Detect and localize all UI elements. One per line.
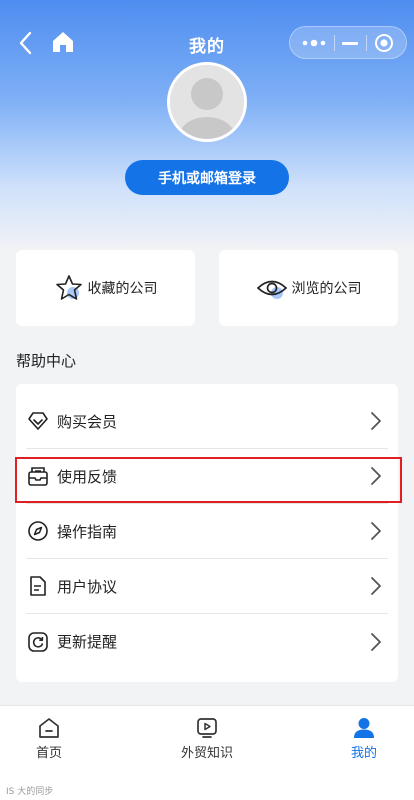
viewed-companies-card[interactable]: 浏览的公司: [219, 250, 398, 326]
menu-item-label: 更新提醒: [57, 633, 118, 651]
minus-icon[interactable]: [342, 42, 358, 45]
favorite-companies-card[interactable]: 收藏的公司: [16, 250, 195, 326]
chevron-right-icon: [371, 577, 381, 595]
capsule-divider: [334, 35, 335, 51]
viewed-companies-label: 浏览的公司: [291, 281, 362, 297]
login-button[interactable]: 手机或邮箱登录: [125, 160, 289, 195]
help-menu-card: 购买会员 使用反馈 操作指南 用户协议 更新提醒: [16, 384, 398, 682]
home-tab-icon: [39, 718, 59, 738]
document-icon: [30, 576, 46, 596]
tab-label: 我的: [350, 746, 377, 761]
mini-program-capsule: [289, 26, 407, 59]
menu-item-label: 购买会员: [57, 412, 118, 431]
tab-trade-knowledge[interactable]: 外贸知识: [176, 716, 238, 761]
user-avatar-icon: [170, 65, 244, 139]
chevron-right-icon: [371, 412, 381, 430]
tab-label: 首页: [35, 746, 62, 761]
compass-icon: [28, 521, 48, 541]
more-dots-icon[interactable]: [302, 36, 326, 50]
tab-home[interactable]: 首页: [29, 716, 69, 761]
user-avatar[interactable]: [167, 62, 247, 142]
capsule-divider: [366, 35, 367, 51]
eye-icon: [256, 280, 287, 299]
chevron-right-icon: [371, 632, 381, 651]
target-icon[interactable]: [374, 33, 394, 53]
menu-item-buy-membership[interactable]: 购买会员: [26, 394, 388, 449]
person-tab-icon: [354, 718, 374, 738]
chevron-right-icon: [371, 522, 381, 540]
help-center-title: 帮助中心: [16, 352, 77, 370]
diamond-icon: [28, 412, 48, 430]
tab-mine[interactable]: 我的: [344, 716, 384, 761]
menu-item-label: 用户协议: [57, 577, 118, 596]
star-icon: [55, 275, 82, 300]
watermark: IS 大的同步: [6, 787, 54, 797]
video-tab-icon: [197, 718, 217, 738]
menu-item-label: 操作指南: [57, 522, 118, 541]
menu-item-update-reminder[interactable]: 更新提醒: [26, 614, 388, 669]
menu-item-user-agreement[interactable]: 用户协议: [26, 559, 388, 614]
menu-item-guide[interactable]: 操作指南: [26, 504, 388, 559]
highlight-box: [15, 457, 402, 503]
tab-label: 外贸知识: [180, 746, 233, 761]
refresh-icon: [28, 631, 48, 652]
bottom-tab-bar: 首页 外贸知识 我的: [0, 705, 414, 800]
favorite-companies-label: 收藏的公司: [87, 281, 158, 297]
